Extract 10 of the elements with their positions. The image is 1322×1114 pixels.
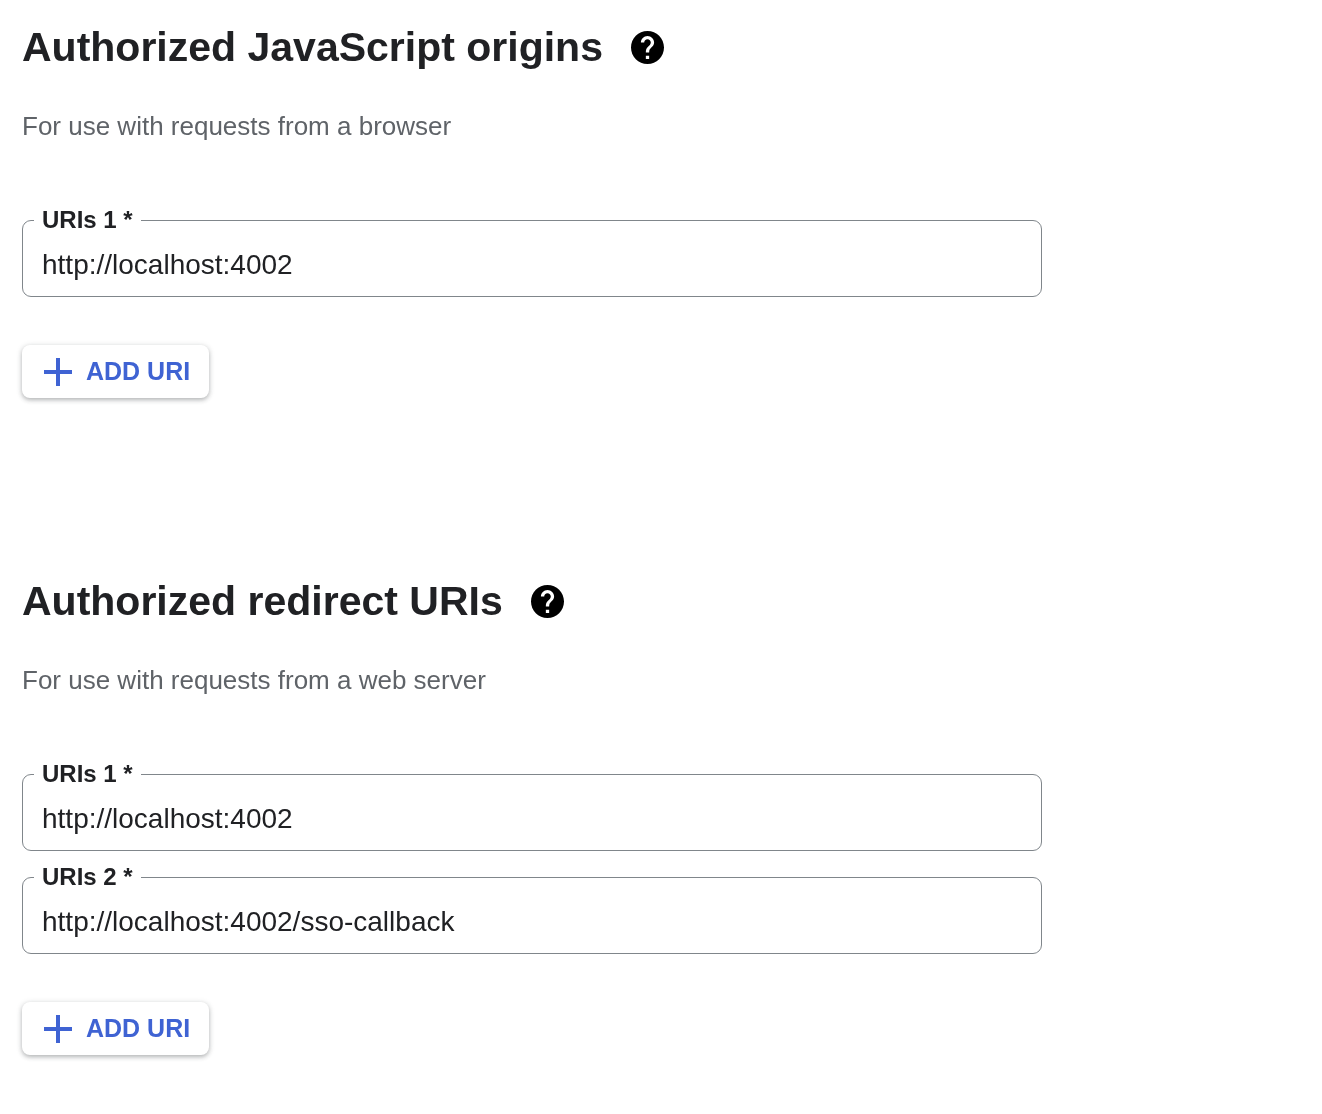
section-title: Authorized JavaScript origins: [22, 23, 603, 71]
add-uri-button[interactable]: ADD URI: [22, 1002, 210, 1055]
add-uri-button[interactable]: ADD URI: [22, 345, 210, 398]
section-title: Authorized redirect URIs: [22, 577, 503, 625]
section-description: For use with requests from a web server: [22, 664, 486, 696]
help-icon[interactable]: [530, 584, 564, 618]
section-description: For use with requests from a browser: [22, 110, 452, 142]
plus-icon: [44, 357, 72, 386]
help-icon[interactable]: [630, 30, 664, 64]
plus-icon: [44, 1014, 72, 1043]
